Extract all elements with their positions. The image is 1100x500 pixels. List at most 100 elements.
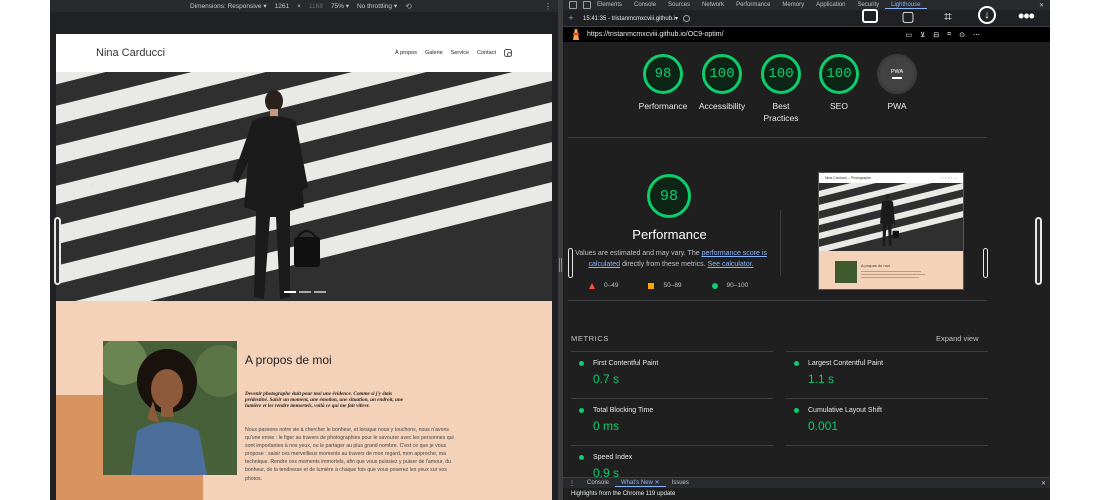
throttling-dropdown[interactable]: No throttling ▾ [357,2,397,10]
clear-reports-icon[interactable] [683,14,691,22]
close-devtools-icon[interactable]: ✕ [1039,2,1044,9]
tab-sources[interactable]: Sources [662,2,696,8]
score-ring: 100 [819,54,859,94]
nav-link-about[interactable]: À propos [395,50,417,56]
zoom-dropdown[interactable]: 75% ▾ [331,2,349,10]
about-body-text: Nous passons notre vie à chercher le bon… [245,427,454,482]
crop-icon[interactable]: ⌗ [947,31,951,39]
metrics-section: METRICS Expand view First Contentful Pai… [563,326,1050,480]
comment-icon[interactable]: ▭ [906,31,913,39]
about-portrait-photo [103,341,237,475]
tab-application[interactable]: Application [810,2,851,8]
metric-lcp: Largest Contentful Paint 1.1 s [794,360,988,386]
tab-network[interactable]: Network [696,2,730,8]
tab-memory[interactable]: Memory [776,2,810,8]
score-label: Best Practices [763,101,799,123]
carousel-dot[interactable] [299,291,311,293]
report-selector[interactable]: 15:41:35 - tristanmcmxcviii.github.i▾ [583,15,678,22]
divider [568,137,987,138]
tab-elements[interactable]: Elements [591,2,628,8]
right-scroll-handle[interactable] [1035,217,1042,285]
carousel-dot[interactable] [314,291,326,293]
performance-heading: Performance [632,227,707,242]
carousel-indicators [284,291,326,293]
hero-person-photo [232,90,320,299]
whats-new-highlights: Highlights from the Chrome 119 update [563,488,1050,500]
device-toolbar: Dimensions: Responsive ▾ 1261 × 1168 75%… [50,0,558,12]
average-square-icon [648,282,655,289]
score-gauge-seo[interactable]: 100 SEO [809,54,869,112]
about-quote: Devenir photographe était pour moi une é… [245,391,404,410]
tab-console[interactable]: Console [628,2,662,8]
instagram-icon[interactable] [504,49,512,57]
score-legend: 0–49 50–89 90–100 [589,282,748,289]
times-sign: × [297,2,301,10]
new-report-icon[interactable]: + [563,13,579,23]
device-toggle-icon[interactable] [583,1,591,9]
download-icon[interactable]: ↓ [978,6,996,24]
format-icon[interactable]: ⊻ [920,31,925,39]
nav-link-contact[interactable]: Contact [477,50,496,56]
about-section: A propos de moi Devenir photographe étai… [56,301,552,500]
calculator-link[interactable]: See calculator. [708,261,754,268]
thumbnail-about-title: A propos de moi [861,263,890,268]
site-header: Nina Carducci À propos Galerie Service C… [56,34,552,72]
height-input[interactable]: 1168 [309,3,323,10]
drawer-menu-icon[interactable]: ⋮ [563,480,581,487]
metric-value: 0.001 [808,419,839,433]
thumbnail-hero [819,183,963,251]
nav-link-gallery[interactable]: Galerie [425,50,443,56]
carousel-prev-icon[interactable]: ‹ [90,176,95,192]
expand-view-button[interactable]: Expand view [936,334,979,343]
divider [568,300,987,301]
hero-carousel: ‹ [56,72,552,301]
category-scores: 98 Performance 100 Accessibility 100 Bes… [563,54,1050,130]
about-title: A propos de moi [245,353,332,367]
window-icon[interactable]: ▢ [898,6,918,26]
performance-note: Values are estimated and may vary. The p… [575,250,767,268]
site-title[interactable]: Nina Carducci [96,47,165,59]
tab-performance[interactable]: Performance [730,2,776,8]
report-right-handle[interactable] [983,248,988,278]
metric-fcp: First Contentful Paint 0.7 s [579,360,773,386]
pwa-badge: PWA [877,54,917,94]
drawer-tab-console[interactable]: Console [581,480,615,486]
rotate-icon[interactable]: ⟲ [405,2,412,11]
thumbnail-about: A propos de moi [819,251,963,289]
print-icon[interactable]: ⊟ [933,31,939,39]
devtools-drawer-tabs: ⋮ Console What's New ✕ Issues ✕ [563,477,1050,488]
dimensions-dropdown[interactable]: Dimensions: Responsive ▾ [190,2,267,10]
score-label: PWA [887,101,907,111]
inspect-icon[interactable] [569,1,577,9]
pass-circle-icon [794,408,799,413]
carousel-dot[interactable] [284,291,296,293]
record-icon[interactable]: ⊙ [959,31,965,39]
performance-score-gauge: 98 [647,174,691,218]
width-input[interactable]: 1261 [275,3,289,10]
score-gauge-best-practices[interactable]: 100 Best Practices [751,54,811,124]
score-gauge-performance[interactable]: 98 Performance [633,54,693,112]
metrics-heading: METRICS [571,334,609,343]
message-icon[interactable] [862,9,878,23]
thumbnail-title: Nina Carducci – Photographe [825,176,871,180]
emulated-website: Nina Carducci À propos Galerie Service C… [56,34,552,500]
crop-tool-icon[interactable]: ⌗ [938,6,958,26]
nav-link-service[interactable]: Service [451,50,469,56]
score-ring: 100 [702,54,742,94]
score-gauge-accessibility[interactable]: 100 Accessibility [692,54,752,112]
final-screenshot-thumbnail[interactable]: Nina Carducci – Photographe ▪ ▪ ▪ ▪ ○ A … [818,172,964,290]
report-left-handle[interactable] [568,248,573,278]
more-actions-icon[interactable]: ••• [1016,6,1036,26]
drawer-tab-issues[interactable]: Issues [666,480,695,486]
score-label: Performance [638,101,688,111]
report-url[interactable]: https://tristanmcmxcviii.github.io/OC9-o… [587,31,724,38]
more-options-icon[interactable]: ⋮ [544,2,552,11]
score-gauge-pwa[interactable]: PWA PWA [867,54,927,112]
pass-circle-icon [711,282,718,289]
more-icon[interactable]: ⋯ [973,31,980,39]
metric-cls: Cumulative Layout Shift 0.001 [794,407,988,433]
screen: Dimensions: Responsive ▾ 1261 × 1168 75%… [0,0,1100,500]
drawer-tab-whats-new[interactable]: What's New ✕ [615,479,666,487]
left-scroll-handle[interactable] [54,217,61,285]
close-drawer-icon[interactable]: ✕ [1041,480,1046,487]
